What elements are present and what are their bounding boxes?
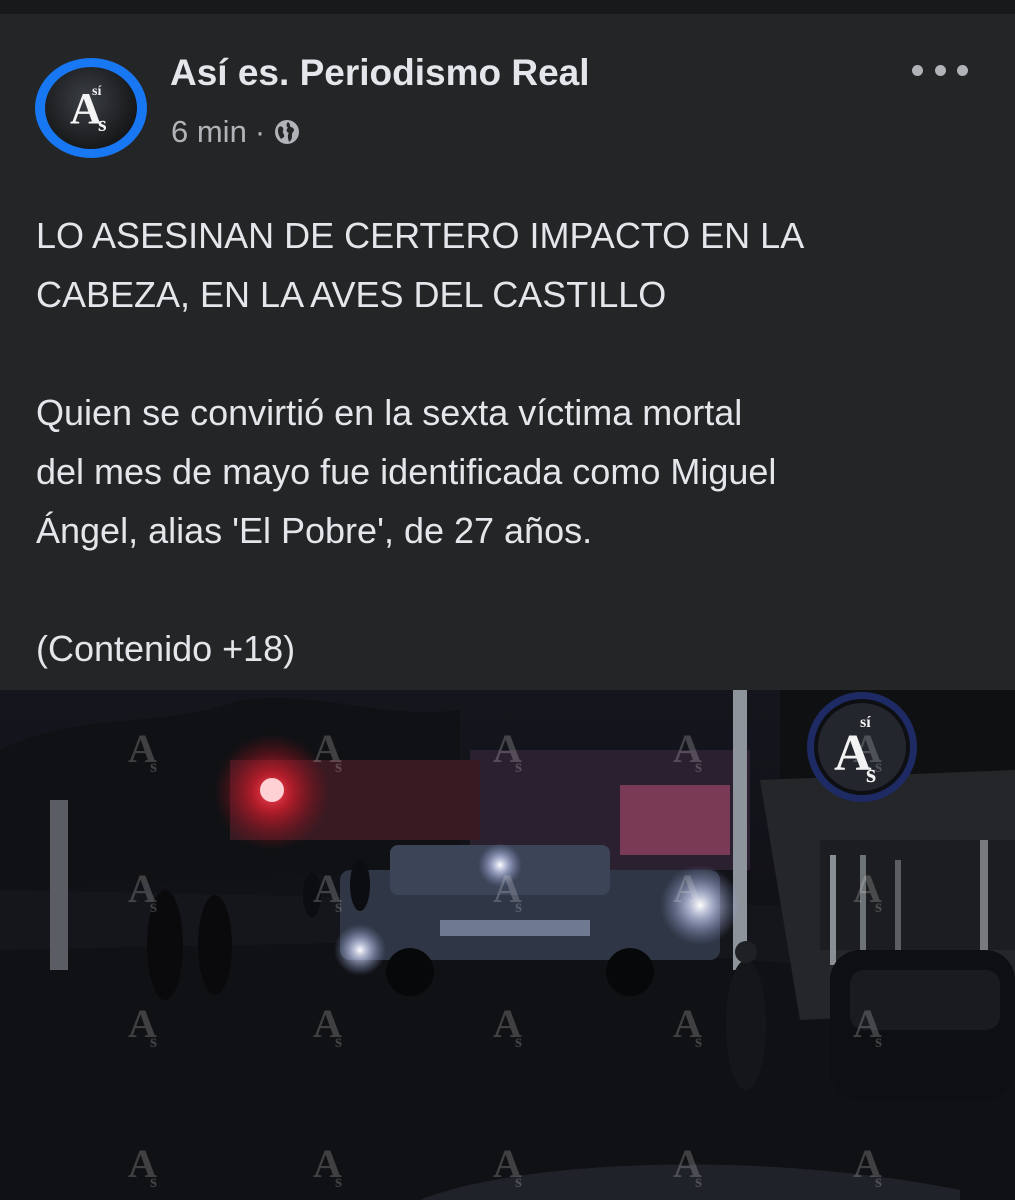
globe-icon xyxy=(273,118,301,146)
watermark-mark: s xyxy=(335,1031,342,1051)
post-time[interactable]: 6 min xyxy=(171,114,247,150)
meta-separator: · xyxy=(254,114,266,149)
page-name[interactable]: Así es. Periodismo Real xyxy=(170,52,590,94)
watermark-mark: s xyxy=(875,1031,882,1051)
watermark-mark: s xyxy=(515,1171,522,1191)
watermark-mark: s xyxy=(695,1171,702,1191)
post-photo[interactable]: A sí s AsAsAsAsAsAsAsAsAsAsAsAsAsAsAsAsA… xyxy=(0,690,1015,1200)
watermark-mark: s xyxy=(150,896,157,916)
status-strip xyxy=(0,0,1015,14)
watermark-mark: s xyxy=(335,756,342,776)
headline-line: CABEZA, EN LA AVES DEL CASTILLO xyxy=(36,274,667,315)
watermark-mark: s xyxy=(695,756,702,776)
dot-icon xyxy=(934,64,946,76)
watermark-mark: s xyxy=(515,896,522,916)
watermark-mark: s xyxy=(335,896,342,916)
svg-text:s: s xyxy=(98,111,107,136)
watermark-mark: s xyxy=(875,1171,882,1191)
dot-icon xyxy=(912,64,923,76)
body-line: Ángel, alias 'El Pobre', de 27 años. xyxy=(36,510,593,551)
body-line: Quien se convirtió en la sexta víctima m… xyxy=(36,392,743,433)
watermark-mark: s xyxy=(695,1031,702,1051)
watermark-mark: s xyxy=(150,756,157,776)
watermark-mark: s xyxy=(875,756,882,776)
watermark-mark: s xyxy=(150,1031,157,1051)
body-line: del mes de mayo fue identificada como Mi… xyxy=(36,451,777,492)
watermark-mark: s xyxy=(335,1171,342,1191)
more-options-icon[interactable] xyxy=(912,58,968,82)
avatar-logo: A sí s xyxy=(45,67,137,149)
dot-icon xyxy=(957,64,968,76)
page-avatar[interactable]: A sí s xyxy=(35,58,147,158)
watermark-mark: s xyxy=(150,1171,157,1191)
headline-line: LO ASESINAN DE CERTERO IMPACTO EN LA xyxy=(36,215,805,256)
content-warning: (Contenido +18) xyxy=(36,628,296,669)
watermark-mark: s xyxy=(875,896,882,916)
watermark-mark: s xyxy=(515,756,522,776)
post-meta: 6 min · xyxy=(171,114,301,150)
post-text: LO ASESINAN DE CERTERO IMPACTO EN LA CAB… xyxy=(36,206,986,678)
svg-text:sí: sí xyxy=(92,84,102,99)
watermark-mark: s xyxy=(695,896,702,916)
watermark-mark: s xyxy=(515,1031,522,1051)
